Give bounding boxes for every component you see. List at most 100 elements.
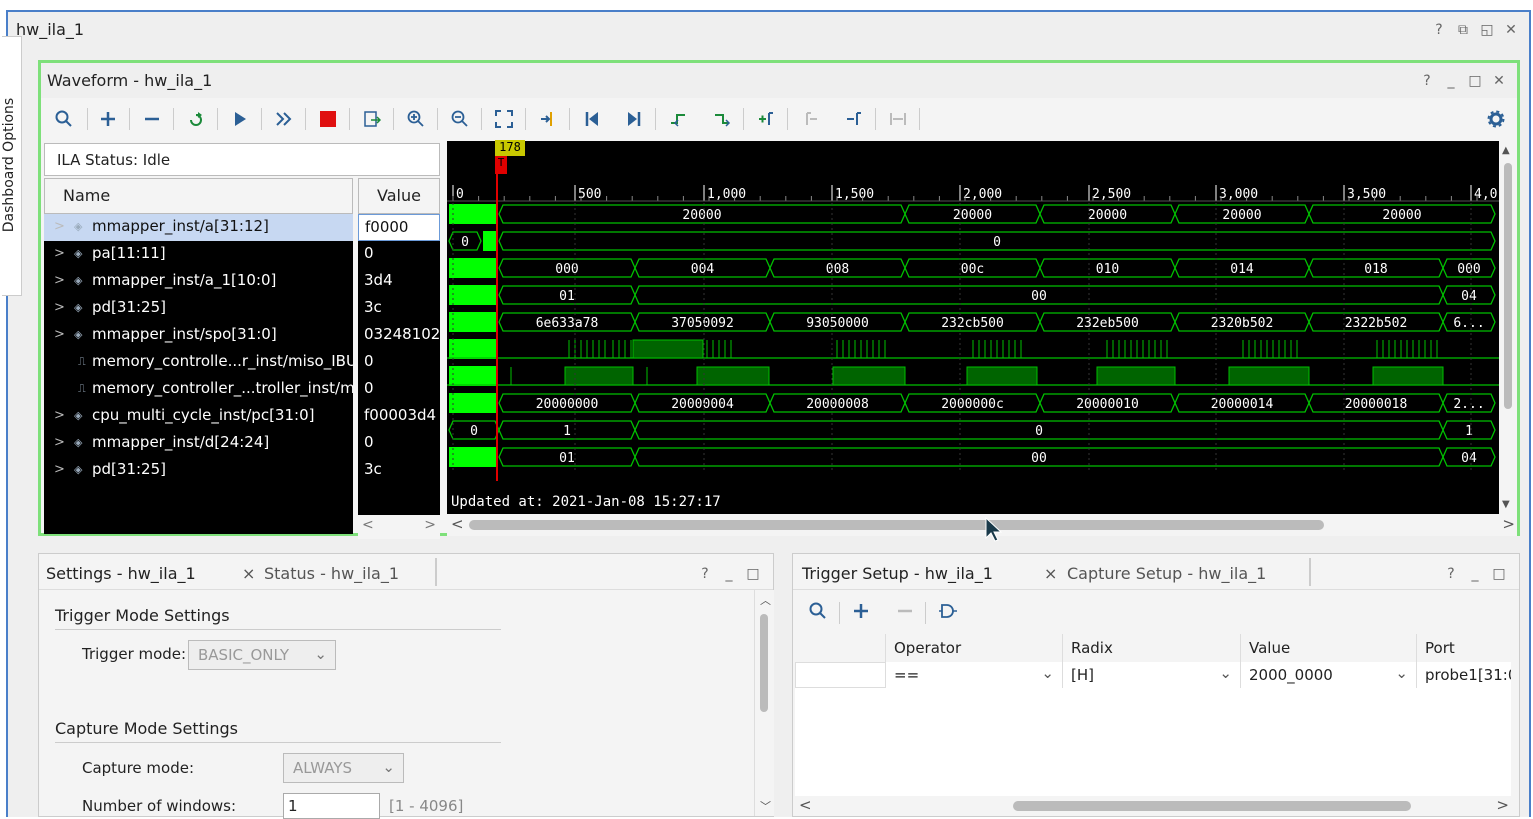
signal-row[interactable]: > ◈ pd[31:25] [44, 457, 353, 484]
waveform-canvas[interactable]: 0 500 1,000 1,500 2,000 2,500 3,000 3,500 4,0 200… [447, 140, 1499, 514]
trigger-hscroll[interactable]: < > [795, 796, 1511, 816]
tab-close-icon[interactable]: × [242, 564, 255, 583]
help-icon[interactable]: ? [1419, 73, 1435, 89]
go-to-end-icon[interactable] [619, 104, 649, 134]
timeline-tick-label: 3,000 [1219, 187, 1258, 202]
tab-settings[interactable]: Settings - hw_ila_1 [46, 564, 196, 583]
remove-icon[interactable] [137, 104, 167, 134]
stop-icon[interactable] [313, 104, 343, 134]
settings-vscroll[interactable]: ︿ ﹀ [754, 590, 774, 816]
add-icon[interactable] [93, 104, 123, 134]
trigger-mode-dropdown[interactable]: BASIC_ONLY ⌄ [188, 640, 336, 670]
zoom-fit-icon[interactable] [489, 104, 519, 134]
play-icon[interactable] [225, 104, 255, 134]
go-to-cursor-icon[interactable] [533, 104, 563, 134]
signal-value[interactable]: 3c [358, 457, 440, 484]
bus-value-label: 20000 [682, 208, 721, 223]
search-icon[interactable] [803, 596, 833, 626]
help-icon[interactable]: ? [697, 566, 713, 582]
expand-chevron-icon[interactable]: > [54, 295, 65, 320]
add-icon[interactable] [846, 596, 876, 626]
go-to-start-icon[interactable] [577, 104, 607, 134]
zoom-in-icon[interactable] [401, 104, 431, 134]
signal-row[interactable]: > ◈ mmapper_inst/spo[31:0] [44, 322, 353, 349]
waveform-vscroll[interactable]: ▲ ▼ [1500, 141, 1517, 514]
trigger-marker[interactable]: T [495, 156, 507, 174]
signal-value[interactable]: 0 [358, 430, 440, 457]
maximize-icon[interactable]: □ [745, 566, 761, 582]
help-icon[interactable]: ? [1431, 22, 1447, 38]
minimize-icon[interactable]: _ [721, 566, 737, 582]
signal-row[interactable]: > ◈ pd[31:25] [44, 295, 353, 322]
signal-value[interactable]: f00003d4 [358, 403, 440, 430]
port-cell[interactable]: probe1[31:0 [1417, 662, 1511, 688]
remove-icon[interactable] [890, 596, 920, 626]
close-icon[interactable]: ✕ [1491, 73, 1507, 89]
waveform-hscroll[interactable]: < > [447, 514, 1517, 536]
marker-label[interactable]: 178 [495, 140, 525, 156]
tab-close-icon[interactable]: × [1044, 564, 1057, 583]
value-column-header[interactable]: Value [358, 178, 440, 214]
bus-value-label: 004 [691, 262, 715, 277]
signal-value[interactable]: 3c [358, 295, 440, 322]
signal-row[interactable]: > ◈ mmapper_inst/a_1[10:0] [44, 268, 353, 295]
tab-capture-setup[interactable]: Capture Setup - hw_ila_1 [1067, 564, 1266, 583]
name-column-header[interactable]: Name [44, 178, 353, 214]
operator-dropdown[interactable]: == ⌄ [886, 662, 1063, 688]
search-icon[interactable] [49, 104, 79, 134]
port-header[interactable]: Port [1417, 634, 1511, 662]
close-icon[interactable]: ✕ [1503, 22, 1519, 38]
next-transition-icon[interactable] [707, 104, 737, 134]
add-marker-icon[interactable] [751, 104, 781, 134]
expand-chevron-icon[interactable]: > [54, 322, 65, 347]
minimize-icon[interactable]: _ [1443, 73, 1459, 89]
gate-icon[interactable] [933, 596, 963, 626]
signal-row[interactable]: > ◈ pa[11:11] [44, 241, 353, 268]
expand-chevron-icon[interactable]: > [54, 268, 65, 293]
run-trigger-immediate-icon[interactable] [181, 104, 211, 134]
windows-input[interactable]: 1 [283, 793, 380, 819]
signal-row[interactable]: > ◈ mmapper_inst/a[31:12] [44, 214, 353, 241]
value-header[interactable]: Value [1241, 634, 1417, 662]
tab-status[interactable]: Status - hw_ila_1 [264, 564, 399, 583]
value-hscroll[interactable]: < > [358, 515, 440, 539]
maximize-icon[interactable]: □ [1467, 73, 1483, 89]
capture-mode-dropdown[interactable]: ALWAYS ⌄ [283, 753, 404, 783]
signal-value[interactable]: f0000 [358, 214, 440, 241]
settings-gear-icon[interactable] [1481, 104, 1511, 134]
signal-row[interactable]: > ◈ mmapper_inst/d[24:24] [44, 430, 353, 457]
signal-value[interactable]: 0 [358, 376, 440, 403]
maximize-icon[interactable]: □ [1491, 566, 1507, 582]
zoom-out-icon[interactable] [445, 104, 475, 134]
tab-trigger-setup[interactable]: Trigger Setup - hw_ila_1 [802, 564, 993, 583]
signal-value[interactable]: 0 [358, 241, 440, 268]
previous-transition-icon[interactable] [663, 104, 693, 134]
export-icon[interactable] [357, 104, 387, 134]
maximize-icon[interactable]: ◱ [1479, 22, 1495, 38]
help-icon[interactable]: ? [1443, 566, 1459, 582]
expand-chevron-icon[interactable]: > [54, 241, 65, 266]
value-dropdown[interactable]: 2000_0000 ⌄ [1241, 662, 1417, 688]
next-marker-icon[interactable] [839, 104, 869, 134]
signal-row[interactable]: ⎍ memory_controller_...troller_inst/mosi [44, 376, 353, 403]
expand-chevron-icon[interactable]: > [54, 457, 65, 482]
expand-chevron-icon[interactable]: > [54, 214, 65, 239]
signal-row[interactable]: ⎍ memory_controlle...r_inst/miso_IBUF [44, 349, 353, 376]
signal-value[interactable]: 03248102 [358, 322, 440, 349]
hscroll-thumb[interactable] [469, 520, 1324, 530]
signal-value[interactable]: 0 [358, 349, 440, 376]
minimize-icon[interactable]: _ [1467, 566, 1483, 582]
expand-chevron-icon[interactable]: > [54, 430, 65, 455]
swap-cursors-icon[interactable] [883, 104, 913, 134]
float-icon[interactable]: ⧉ [1455, 22, 1471, 38]
expand-chevron-icon[interactable]: > [54, 403, 65, 428]
radix-dropdown[interactable]: [H] ⌄ [1063, 662, 1241, 688]
operator-header[interactable]: Operator [886, 634, 1063, 662]
dashboard-options-tab[interactable]: Dashboard Options [1, 36, 22, 296]
radix-header[interactable]: Radix [1063, 634, 1241, 662]
fast-forward-icon[interactable] [269, 104, 299, 134]
signal-value[interactable]: 3d4 [358, 268, 440, 295]
signal-row[interactable]: > ◈ cpu_multi_cycle_inst/pc[31:0] [44, 403, 353, 430]
bus-value-label: 01 [559, 289, 575, 304]
previous-marker-icon[interactable] [795, 104, 825, 134]
